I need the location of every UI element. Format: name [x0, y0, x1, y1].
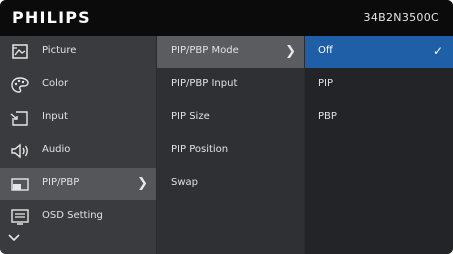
- submenu-item-label: PIP Size: [171, 111, 210, 122]
- palette-icon: [11, 77, 29, 93]
- submenu-item-pip-pbp-input[interactable]: PIP/PBP Input: [157, 69, 304, 101]
- menu-item-audio[interactable]: Audio: [0, 135, 156, 167]
- osd-setting-icon: [11, 209, 29, 225]
- menu-item-label: PIP/PBP: [42, 177, 80, 188]
- brand-logo: PHILIPS: [12, 8, 91, 27]
- options-panel: Off ✓ PIP PBP: [305, 36, 453, 254]
- submenu: PIP/PBP Mode ❯ PIP/PBP Input PIP Size PI…: [157, 36, 304, 254]
- osd-menu: PHILIPS 34B2N3500C Picture Color Input A…: [0, 0, 453, 254]
- option-off[interactable]: Off ✓: [305, 36, 453, 68]
- picture-icon: [12, 44, 28, 59]
- submenu-item-pip-pbp-mode[interactable]: PIP/PBP Mode ❯: [157, 36, 304, 68]
- pip-icon: [11, 178, 29, 191]
- menu-item-label: Input: [42, 111, 68, 122]
- option-label: Off: [318, 45, 333, 56]
- submenu-item-label: PIP/PBP Input: [171, 78, 238, 89]
- speaker-icon: [11, 143, 28, 159]
- osd-header: PHILIPS 34B2N3500C: [0, 0, 453, 36]
- input-icon: [10, 111, 28, 126]
- main-menu: Picture Color Input Audio PIP/PBP ❯ OSD …: [0, 36, 156, 254]
- model-number: 34B2N3500C: [363, 11, 439, 24]
- menu-item-input[interactable]: Input: [0, 102, 156, 134]
- menu-item-label: Picture: [42, 45, 77, 56]
- menu-item-picture[interactable]: Picture: [0, 36, 156, 68]
- menu-item-label: Audio: [42, 144, 71, 155]
- menu-item-color[interactable]: Color: [0, 69, 156, 101]
- menu-item-osd-setting[interactable]: OSD Setting: [0, 201, 156, 233]
- submenu-item-label: PIP Position: [171, 144, 229, 155]
- chevron-right-icon: ❯: [137, 176, 148, 191]
- submenu-item-label: PIP/PBP Mode: [171, 45, 239, 56]
- chevron-right-icon: ❯: [285, 44, 296, 59]
- checkmark-icon: ✓: [432, 44, 443, 58]
- menu-item-label: OSD Setting: [42, 210, 103, 221]
- option-label: PBP: [318, 111, 337, 122]
- submenu-item-swap[interactable]: Swap: [157, 168, 304, 200]
- submenu-item-pip-size[interactable]: PIP Size: [157, 102, 304, 134]
- submenu-item-label: Swap: [171, 177, 199, 188]
- option-pip[interactable]: PIP: [305, 69, 453, 101]
- menu-item-pip-pbp[interactable]: PIP/PBP ❯: [0, 168, 156, 200]
- submenu-item-pip-position[interactable]: PIP Position: [157, 135, 304, 167]
- option-pbp[interactable]: PBP: [305, 102, 453, 134]
- option-label: PIP: [318, 78, 334, 89]
- chevron-down-icon[interactable]: [7, 233, 21, 243]
- menu-item-label: Color: [42, 78, 69, 89]
